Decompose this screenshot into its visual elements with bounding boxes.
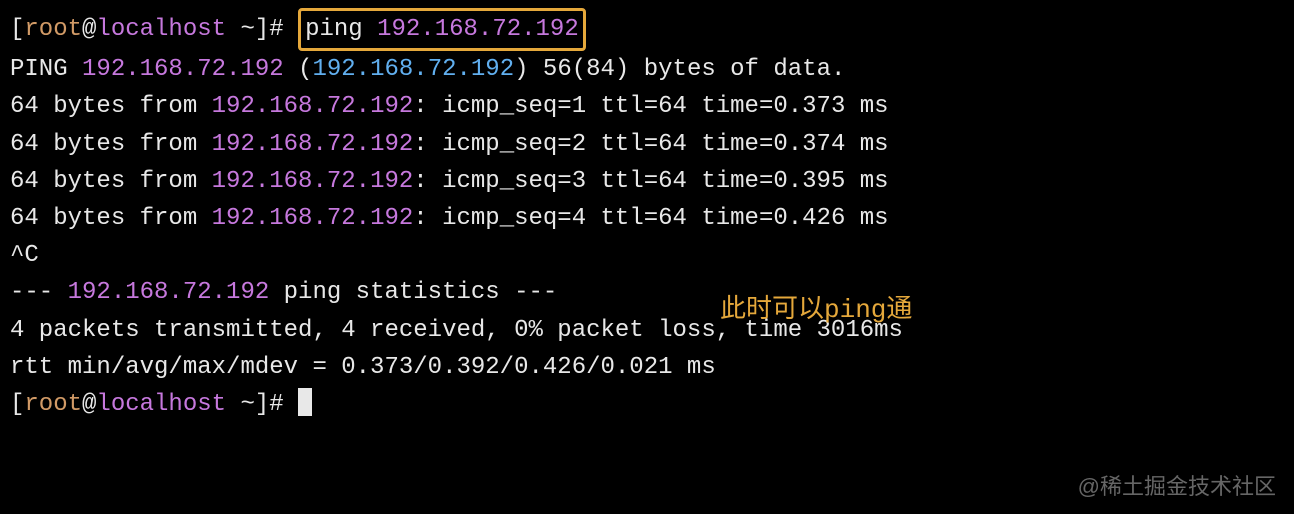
text: : icmp_seq=4 ttl=64 time=0.426 ms	[413, 205, 888, 232]
text: 64 bytes from	[10, 168, 212, 195]
command-ip: 192.168.72.192	[377, 16, 579, 43]
ip: 192.168.72.192	[212, 205, 414, 232]
ping-reply: 64 bytes from 192.168.72.192: icmp_seq=4…	[10, 200, 1284, 237]
bracket: [	[10, 16, 24, 43]
interrupt: ^C	[10, 237, 1284, 274]
bracket: [	[10, 391, 24, 418]
text: 56(84) bytes of data.	[543, 56, 845, 83]
text: )	[514, 56, 543, 83]
ping-reply: 64 bytes from 192.168.72.192: icmp_seq=1…	[10, 88, 1284, 125]
prompt-path: ~	[226, 16, 255, 43]
ip: 192.168.72.192	[212, 131, 414, 158]
prompt-at: @	[82, 391, 96, 418]
command-highlight: ping 192.168.72.192	[298, 8, 586, 51]
text: PING	[10, 56, 82, 83]
prompt-path: ~	[226, 391, 255, 418]
stats-summary-1: 4 packets transmitted, 4 received, 0% pa…	[10, 312, 1284, 349]
watermark-text: @稀土掘金技术社区	[1078, 470, 1276, 504]
text: : icmp_seq=3 ttl=64 time=0.395 ms	[413, 168, 888, 195]
text: 64 bytes from	[10, 131, 212, 158]
bracket: ]	[255, 16, 269, 43]
stats-header: --- 192.168.72.192 ping statistics ---	[10, 274, 1284, 311]
ip: 192.168.72.192	[212, 93, 414, 120]
ping-reply: 64 bytes from 192.168.72.192: icmp_seq=2…	[10, 126, 1284, 163]
prompt-at: @	[82, 16, 96, 43]
ip: 192.168.72.192	[312, 56, 514, 83]
prompt-symbol: #	[269, 16, 298, 43]
text: : icmp_seq=2 ttl=64 time=0.374 ms	[413, 131, 888, 158]
ip: 192.168.72.192	[82, 56, 284, 83]
prompt-user: root	[24, 16, 82, 43]
prompt-host: localhost	[96, 391, 226, 418]
text: 64 bytes from	[10, 93, 212, 120]
stats-summary-2: rtt min/avg/max/mdev = 0.373/0.392/0.426…	[10, 349, 1284, 386]
text: : icmp_seq=1 ttl=64 time=0.373 ms	[413, 93, 888, 120]
text: ^C	[10, 242, 39, 269]
prompt-symbol: #	[269, 391, 298, 418]
bracket: ]	[255, 391, 269, 418]
text: ping statistics ---	[269, 279, 557, 306]
ping-reply: 64 bytes from 192.168.72.192: icmp_seq=3…	[10, 163, 1284, 200]
prompt-line-1: [root@localhost ~]# ping 192.168.72.192	[10, 8, 1284, 51]
ip: 192.168.72.192	[68, 279, 270, 306]
prompt-user: root	[24, 391, 82, 418]
ping-header: PING 192.168.72.192 (192.168.72.192) 56(…	[10, 51, 1284, 88]
prompt-line-2[interactable]: [root@localhost ~]#	[10, 386, 1284, 423]
command-ping: ping	[305, 16, 377, 43]
annotation-text: 此时可以ping通	[720, 290, 912, 330]
text: (	[284, 56, 313, 83]
cursor-icon	[298, 388, 312, 416]
text: 64 bytes from	[10, 205, 212, 232]
text: ---	[10, 279, 68, 306]
ip: 192.168.72.192	[212, 168, 414, 195]
text: rtt min/avg/max/mdev = 0.373/0.392/0.426…	[10, 354, 716, 381]
prompt-host: localhost	[96, 16, 226, 43]
